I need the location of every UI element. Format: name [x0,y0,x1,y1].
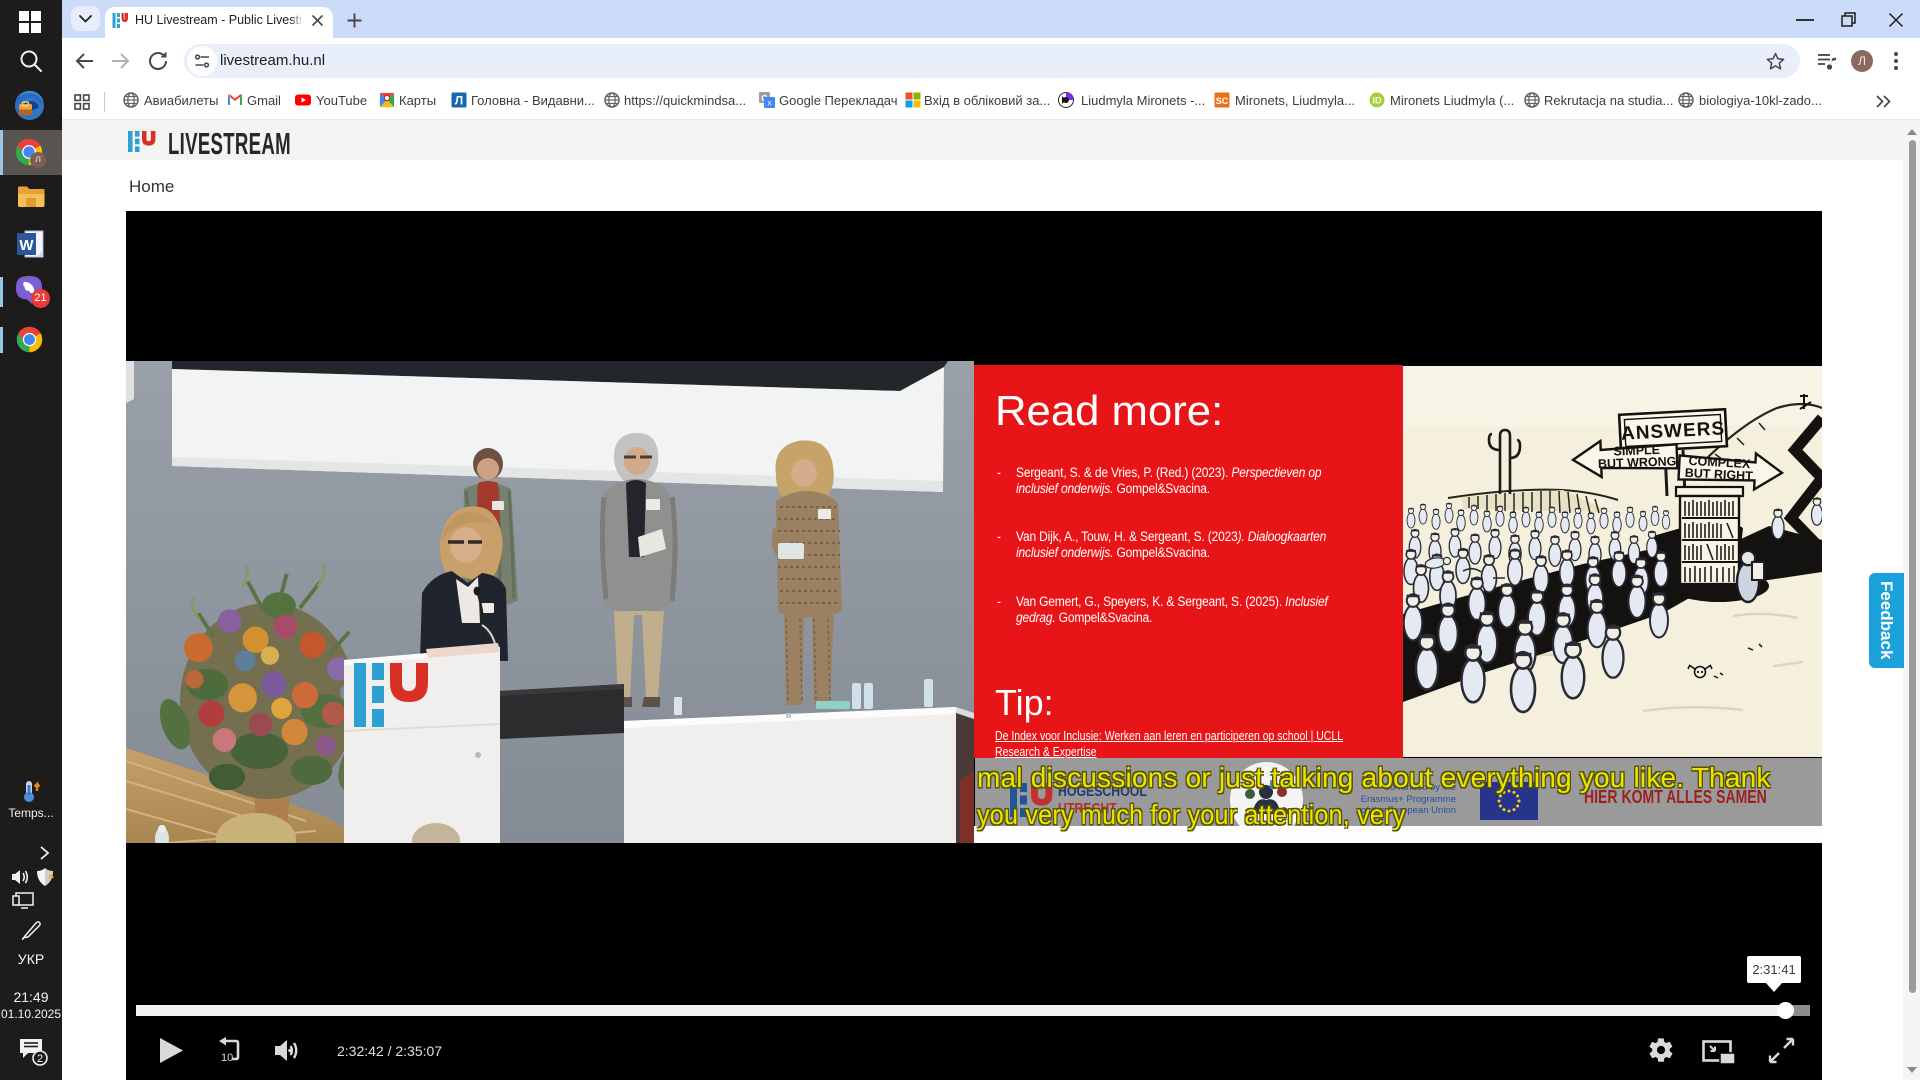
svg-text:10: 10 [221,1052,233,1064]
svg-text:Л: Л [455,94,463,108]
svg-text:2: 2 [37,1053,43,1065]
svg-text:iD: iD [1373,96,1383,106]
svg-text:W: W [19,237,34,254]
svg-text:SC: SC [1216,96,1229,106]
svg-text:BUT WRONG: BUT WRONG [1598,454,1677,471]
